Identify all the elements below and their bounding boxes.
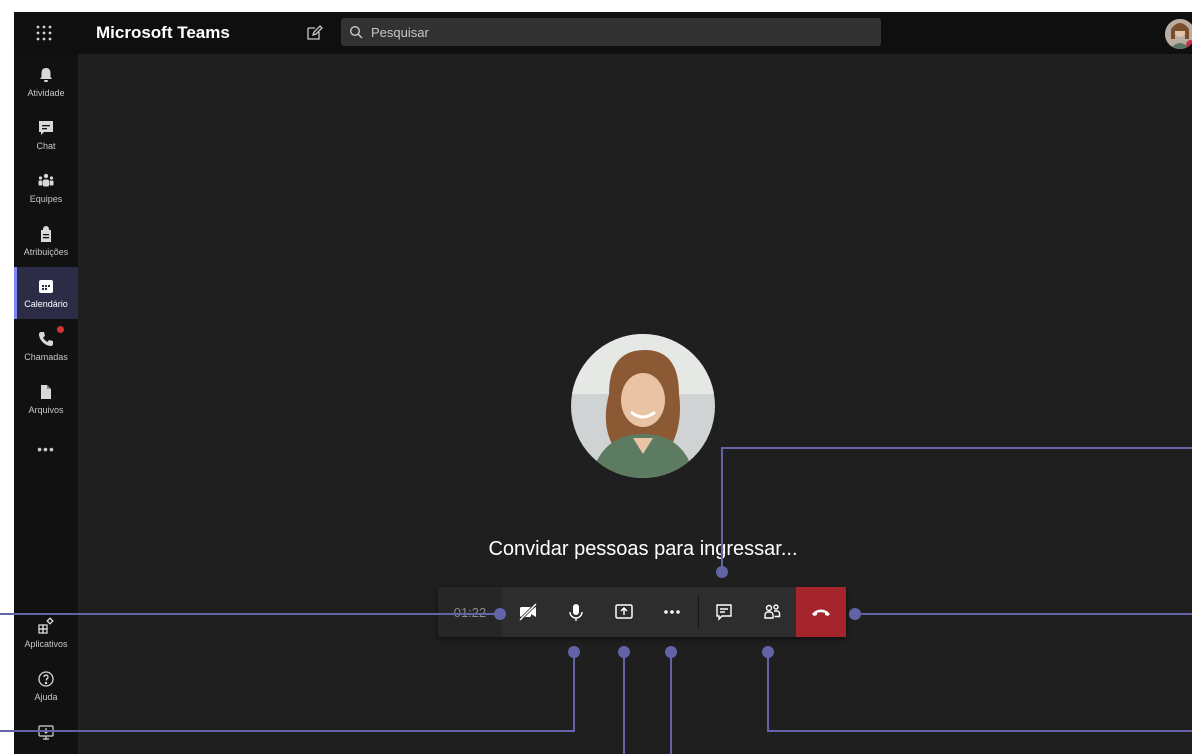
sidebar-item-teams[interactable]: Equipes [14, 162, 78, 214]
microphone-button[interactable] [552, 587, 600, 637]
sidebar-item-label: Chat [36, 141, 56, 151]
search-icon [349, 25, 363, 39]
participants-button[interactable] [748, 587, 796, 637]
microphone-icon [569, 604, 583, 621]
sidebar-item-label: Atividade [27, 88, 65, 98]
sidebar-item-chat[interactable]: Chat [14, 109, 78, 161]
new-chat-icon[interactable] [304, 23, 324, 43]
sidebar-item-activity[interactable]: Atividade [14, 56, 78, 108]
files-icon [41, 385, 51, 399]
teams-icon [38, 173, 54, 187]
divider [698, 595, 699, 629]
participants-icon [764, 604, 781, 619]
app-title: Microsoft Teams [96, 23, 230, 42]
title-bar: Microsoft Teams [14, 12, 1192, 54]
sidebar-item-label: Calendário [24, 299, 68, 309]
call-controls-bar: 01:22 [438, 587, 846, 637]
notification-badge [57, 326, 64, 333]
download-app-icon [38, 725, 54, 740]
assignments-icon [41, 226, 51, 242]
sidebar-item-calendar[interactable]: Calendário [14, 267, 78, 319]
status-badge [1186, 40, 1192, 49]
sidebar-item-apps[interactable]: Aplicativos [14, 607, 78, 659]
invite-people-prompt[interactable]: Convidar pessoas para ingressar... [14, 538, 1192, 561]
apps-icon [38, 617, 54, 634]
chat-icon [716, 604, 732, 621]
more-options-icon [664, 610, 680, 614]
profile-avatar[interactable] [1165, 19, 1192, 49]
hang-up-button[interactable] [796, 587, 846, 637]
calendar-icon [39, 280, 53, 293]
call-timer: 01:22 [438, 587, 502, 637]
sidebar-item-help[interactable]: Ajuda [14, 660, 78, 712]
more-apps-button[interactable]: ••• [14, 434, 78, 464]
sidebar-item-files[interactable]: Arquivos [14, 373, 78, 425]
invite-text: Convidar pessoas para ingressar... [488, 538, 798, 560]
sidebar-item-label: Arquivos [28, 405, 64, 415]
chat-icon [39, 121, 53, 135]
sidebar-item-calls[interactable]: Chamadas [14, 320, 78, 372]
sidebar-item-label: Chamadas [24, 352, 68, 362]
callee-avatar [571, 334, 715, 478]
sidebar-item-label: Atribuições [23, 247, 69, 257]
teams-window: Microsoft Teams Atividade [14, 12, 1192, 754]
download-desktop-button[interactable] [14, 719, 78, 749]
phone-icon [39, 332, 53, 346]
search-box[interactable] [341, 18, 881, 46]
sidebar-item-label: Aplicativos [24, 639, 68, 649]
app-launcher-icon[interactable] [30, 21, 58, 45]
chat-button[interactable] [700, 587, 748, 637]
app-bar: Atividade Chat Equipes Atribuições Calen… [14, 54, 78, 754]
camera-toggle-button[interactable] [504, 587, 552, 637]
search-input[interactable] [369, 23, 853, 41]
hang-up-icon [812, 609, 830, 616]
bell-icon [40, 68, 52, 82]
more-options-button[interactable] [648, 587, 696, 637]
sidebar-item-label: Ajuda [34, 692, 58, 702]
share-screen-button[interactable] [600, 587, 648, 637]
help-icon [38, 671, 54, 687]
ellipsis-icon: ••• [37, 441, 55, 457]
sidebar-item-assignments[interactable]: Atribuições [14, 215, 78, 267]
sidebar-item-label: Equipes [29, 194, 63, 204]
share-screen-icon [615, 604, 633, 619]
camera-off-icon [518, 602, 538, 622]
